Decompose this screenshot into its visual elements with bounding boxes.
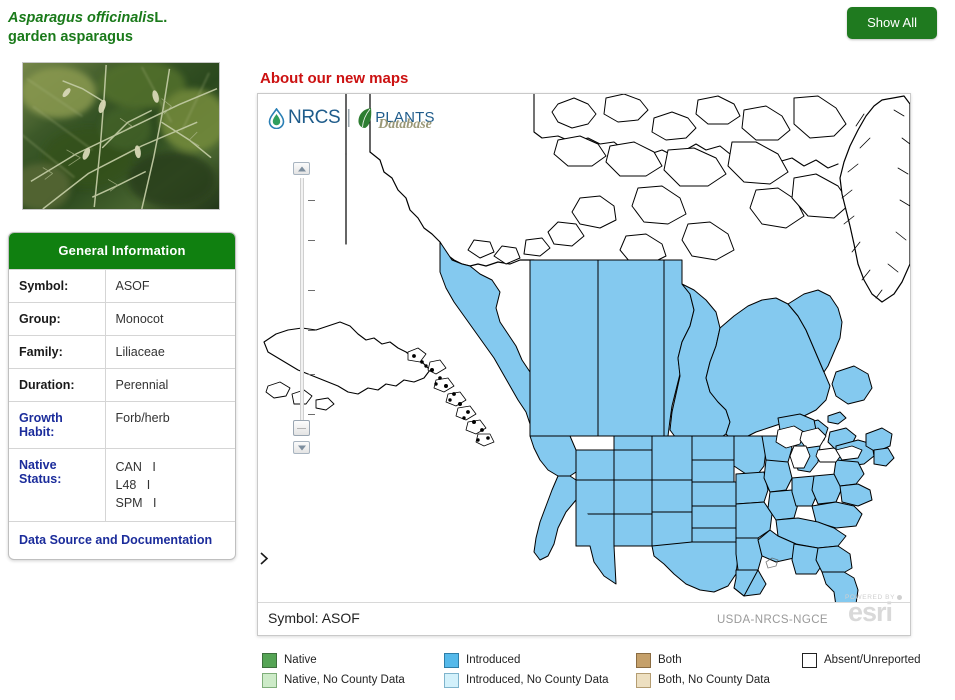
native-status-l48: L48 I — [115, 478, 151, 493]
map-symbol-label: Symbol: ASOF — [268, 610, 360, 626]
zoom-slider-track[interactable] — [300, 178, 304, 436]
legend-swatch-native-no-county — [262, 672, 277, 688]
row-label-symbol: Symbol: — [9, 269, 106, 303]
esri-dot-icon — [897, 595, 902, 600]
distribution-map[interactable]: NRCS | PLANTS Database Symbol: ASOF USDA… — [257, 93, 911, 636]
table-row: Family: Liliaceae — [9, 335, 235, 369]
row-value-group: Monocot — [115, 312, 164, 326]
row-value-growth-habit: Forb/herb — [115, 411, 170, 425]
map-credit-label: USDA-NRCS-NGCE — [716, 614, 828, 626]
esri-wordmark: esri — [847, 596, 893, 627]
about-new-maps-link[interactable]: About our new maps — [260, 70, 408, 87]
legend-swatch-both — [636, 652, 651, 668]
row-value-symbol: ASOF — [115, 279, 150, 293]
north-america-map-svg — [258, 94, 910, 602]
row-label-growth-habit[interactable]: Growth Habit: — [9, 401, 106, 449]
zoom-slider-thumb[interactable] — [293, 420, 310, 436]
page-title: Asparagus officinalisL. garden asparagus — [8, 7, 568, 47]
table-row: Group: Monocot — [9, 302, 235, 336]
legend-item-native-no-county: Native, No County Data — [262, 672, 444, 688]
legend-item-introduced-no-county: Introduced, No County Data — [444, 672, 636, 688]
table-row: Growth Habit: Forb/herb — [9, 401, 235, 449]
legend-item-introduced: Introduced — [444, 652, 636, 668]
legend-swatch-introduced-no-county — [444, 672, 459, 688]
legend-label-introduced: Introduced — [466, 654, 521, 666]
row-value-family: Liliaceae — [115, 345, 165, 359]
plant-photo-image — [23, 63, 219, 209]
zoom-slider-ticks — [308, 178, 317, 436]
table-row: Duration: Perennial — [9, 368, 235, 402]
legend-label-both-no-county: Both, No County Data — [658, 674, 770, 686]
zoom-out-button[interactable] — [293, 441, 310, 454]
map-legend: Native Introduced Both Absent/Unreported… — [262, 650, 952, 690]
legend-item-both-no-county: Both, No County Data — [636, 672, 802, 688]
general-information-panel: General Information Symbol: ASOF Group: … — [8, 232, 236, 561]
plant-photo[interactable] — [22, 62, 220, 210]
scientific-name: Asparagus officinalis — [8, 10, 155, 26]
row-value-duration: Perennial — [115, 378, 169, 392]
general-information-table: Symbol: ASOF Group: Monocot Family: Lili… — [9, 269, 235, 522]
esri-logo: POWERED BY esri — [832, 593, 908, 635]
common-name: garden asparagus — [8, 29, 133, 46]
data-source-documentation-link[interactable]: Data Source and Documentation — [9, 521, 235, 559]
map-footer: Symbol: ASOF USDA-NRCS-NGCE POWERED BY e… — [258, 594, 910, 635]
legend-swatch-absent — [802, 652, 817, 668]
row-label-native-status[interactable]: Native Status: — [9, 448, 106, 522]
row-value-native-status: CAN I L48 I SPM I — [105, 449, 235, 522]
row-label-family: Family: — [9, 335, 106, 369]
map-canvas[interactable] — [258, 94, 910, 602]
zoom-in-button[interactable] — [293, 162, 310, 175]
legend-label-absent: Absent/Unreported — [824, 654, 921, 666]
row-label-duration: Duration: — [9, 368, 106, 402]
legend-label-introduced-no-county: Introduced, No County Data — [466, 674, 609, 686]
legend-label-native: Native — [284, 654, 317, 666]
legend-label-native-no-county: Native, No County Data — [284, 674, 405, 686]
native-status-spm: SPM I — [115, 496, 157, 511]
native-status-can: CAN I — [115, 460, 156, 474]
name-authority: L. — [154, 10, 168, 26]
legend-swatch-native — [262, 652, 277, 668]
panel-expand-arrow[interactable] — [260, 552, 269, 565]
legend-swatch-introduced — [444, 652, 459, 668]
legend-swatch-both-no-county — [636, 672, 651, 688]
legend-item-native: Native — [262, 652, 444, 668]
chevron-right-icon — [260, 552, 269, 565]
map-zoom-control[interactable] — [291, 162, 315, 454]
plants-profile-page: Asparagus officinalisL. garden asparagus… — [0, 0, 955, 700]
chevron-up-icon — [297, 166, 306, 171]
general-information-title: General Information — [9, 233, 235, 269]
show-all-button[interactable]: Show All — [847, 7, 937, 39]
table-row: Symbol: ASOF — [9, 269, 235, 303]
table-row: Native Status: CAN I L48 I SPM I — [9, 448, 235, 522]
legend-label-both: Both — [658, 654, 682, 666]
row-label-group: Group: — [9, 302, 106, 336]
chevron-down-icon — [297, 445, 306, 450]
legend-item-absent: Absent/Unreported — [802, 652, 952, 668]
legend-item-both: Both — [636, 652, 802, 668]
